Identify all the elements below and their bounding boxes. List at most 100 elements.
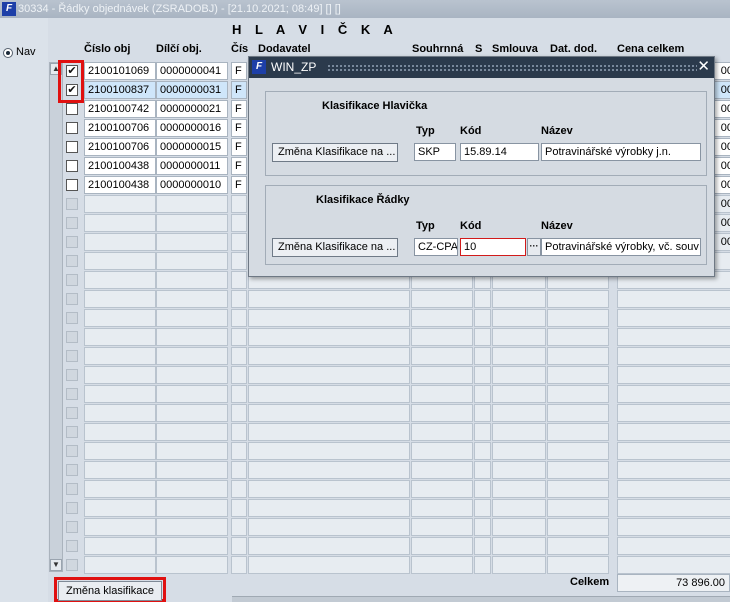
cis-cell[interactable] bbox=[231, 347, 247, 365]
cis-cell[interactable] bbox=[231, 290, 247, 308]
dat-dod-cell[interactable] bbox=[547, 385, 609, 403]
cislo-obj-cell[interactable] bbox=[84, 366, 156, 384]
table-row[interactable] bbox=[64, 480, 730, 498]
s-cell[interactable] bbox=[474, 537, 491, 555]
nav-radio[interactable] bbox=[3, 48, 13, 58]
smlouva-cell[interactable] bbox=[492, 556, 546, 574]
dat-dod-cell[interactable] bbox=[547, 480, 609, 498]
cena-celkem-cell[interactable] bbox=[617, 442, 730, 460]
s-cell[interactable] bbox=[474, 290, 491, 308]
dilci-obj-cell[interactable] bbox=[156, 309, 228, 327]
dilci-obj-cell[interactable] bbox=[156, 404, 228, 422]
s-cell[interactable] bbox=[474, 347, 491, 365]
row-checkbox[interactable] bbox=[66, 521, 78, 533]
cis-cell[interactable] bbox=[231, 404, 247, 422]
row-checkbox[interactable] bbox=[66, 407, 78, 419]
cis-cell[interactable] bbox=[231, 442, 247, 460]
s-cell[interactable] bbox=[474, 442, 491, 460]
vertical-scrollbar[interactable]: ▲ ▼ bbox=[49, 62, 63, 572]
cislo-obj-cell[interactable]: 2100100706 bbox=[84, 138, 156, 156]
row-checkbox[interactable] bbox=[66, 103, 78, 115]
cena-celkem-cell[interactable] bbox=[617, 385, 730, 403]
smlouva-cell[interactable] bbox=[492, 442, 546, 460]
dilci-obj-cell[interactable]: 0000000016 bbox=[156, 119, 228, 137]
dodavatel-cell[interactable] bbox=[248, 518, 410, 536]
rows-kod-field[interactable]: 10 bbox=[460, 238, 526, 256]
dodavatel-cell[interactable] bbox=[248, 499, 410, 517]
change-classification-button[interactable]: Změna klasifikace bbox=[58, 581, 162, 601]
cis-cell[interactable] bbox=[231, 518, 247, 536]
smlouva-cell[interactable] bbox=[492, 404, 546, 422]
dodavatel-cell[interactable] bbox=[248, 385, 410, 403]
smlouva-cell[interactable] bbox=[492, 461, 546, 479]
cislo-obj-cell[interactable]: 2100100438 bbox=[84, 157, 156, 175]
cena-celkem-cell[interactable] bbox=[617, 347, 730, 365]
list-of-values-icon[interactable]: ··· bbox=[527, 238, 541, 256]
smlouva-cell[interactable] bbox=[492, 347, 546, 365]
souhrnna-cell[interactable] bbox=[411, 290, 473, 308]
table-row[interactable] bbox=[64, 556, 730, 574]
dat-dod-cell[interactable] bbox=[547, 290, 609, 308]
row-checkbox[interactable] bbox=[66, 559, 78, 571]
souhrnna-cell[interactable] bbox=[411, 556, 473, 574]
row-checkbox[interactable] bbox=[66, 198, 78, 210]
cislo-obj-cell[interactable] bbox=[84, 385, 156, 403]
scroll-down-icon[interactable]: ▼ bbox=[50, 559, 62, 571]
dilci-obj-cell[interactable] bbox=[156, 271, 228, 289]
dilci-obj-cell[interactable] bbox=[156, 423, 228, 441]
cis-cell[interactable] bbox=[231, 252, 247, 270]
table-row[interactable] bbox=[64, 442, 730, 460]
cislo-obj-cell[interactable] bbox=[84, 214, 156, 232]
dodavatel-cell[interactable] bbox=[248, 404, 410, 422]
dilci-obj-cell[interactable] bbox=[156, 195, 228, 213]
table-row[interactable] bbox=[64, 404, 730, 422]
cena-celkem-cell[interactable] bbox=[617, 480, 730, 498]
s-cell[interactable] bbox=[474, 309, 491, 327]
dilci-obj-cell[interactable]: 0000000031 bbox=[156, 81, 228, 99]
dodavatel-cell[interactable] bbox=[248, 347, 410, 365]
cis-cell[interactable] bbox=[231, 423, 247, 441]
souhrnna-cell[interactable] bbox=[411, 309, 473, 327]
cis-cell[interactable] bbox=[231, 328, 247, 346]
row-checkbox[interactable] bbox=[66, 293, 78, 305]
dat-dod-cell[interactable] bbox=[547, 537, 609, 555]
cislo-obj-cell[interactable] bbox=[84, 252, 156, 270]
cis-cell[interactable] bbox=[231, 366, 247, 384]
dodavatel-cell[interactable] bbox=[248, 537, 410, 555]
row-checkbox[interactable] bbox=[66, 502, 78, 514]
cis-cell[interactable] bbox=[231, 480, 247, 498]
cislo-obj-cell[interactable]: 2100100837 bbox=[84, 81, 156, 99]
cis-cell[interactable] bbox=[231, 461, 247, 479]
row-checkbox[interactable] bbox=[66, 236, 78, 248]
rows-nazev-field[interactable]: Potravinářské výrobky, vč. souv bbox=[541, 238, 701, 256]
souhrnna-cell[interactable] bbox=[411, 442, 473, 460]
row-checkbox[interactable] bbox=[66, 217, 78, 229]
s-cell[interactable] bbox=[474, 480, 491, 498]
cena-celkem-cell[interactable] bbox=[617, 366, 730, 384]
cis-cell[interactable] bbox=[231, 271, 247, 289]
dat-dod-cell[interactable] bbox=[547, 423, 609, 441]
dodavatel-cell[interactable] bbox=[248, 423, 410, 441]
dilci-obj-cell[interactable] bbox=[156, 499, 228, 517]
close-icon[interactable]: ✕ bbox=[697, 58, 710, 76]
dilci-obj-cell[interactable]: 0000000010 bbox=[156, 176, 228, 194]
dodavatel-cell[interactable] bbox=[248, 556, 410, 574]
dilci-obj-cell[interactable] bbox=[156, 347, 228, 365]
table-row[interactable] bbox=[64, 423, 730, 441]
dilci-obj-cell[interactable] bbox=[156, 366, 228, 384]
row-checkbox[interactable] bbox=[66, 483, 78, 495]
row-checkbox[interactable] bbox=[66, 388, 78, 400]
s-cell[interactable] bbox=[474, 499, 491, 517]
row-checkbox[interactable] bbox=[66, 255, 78, 267]
cislo-obj-cell[interactable] bbox=[84, 404, 156, 422]
header-kod-field[interactable]: 15.89.14 bbox=[460, 143, 539, 161]
cena-celkem-cell[interactable] bbox=[617, 499, 730, 517]
smlouva-cell[interactable] bbox=[492, 499, 546, 517]
change-rows-classification-button[interactable]: Změna Klasifikace na ... bbox=[272, 238, 398, 257]
row-checkbox[interactable] bbox=[66, 141, 78, 153]
cena-celkem-cell[interactable] bbox=[617, 328, 730, 346]
row-checkbox[interactable] bbox=[66, 445, 78, 457]
smlouva-cell[interactable] bbox=[492, 366, 546, 384]
dilci-obj-cell[interactable] bbox=[156, 385, 228, 403]
dilci-obj-cell[interactable] bbox=[156, 290, 228, 308]
